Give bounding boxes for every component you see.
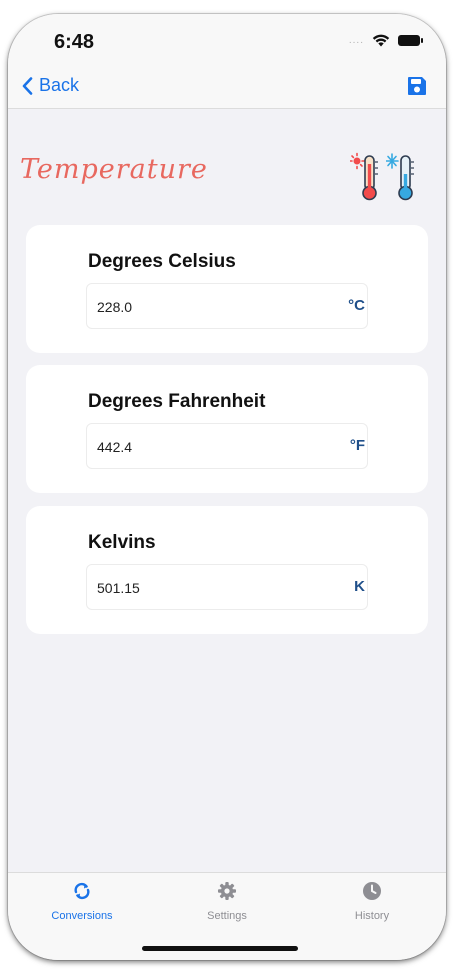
- floppy-disk-icon: [408, 77, 426, 95]
- celsius-card: Degrees Celsius °C: [26, 225, 428, 353]
- thermometers-illustration: [350, 152, 416, 202]
- tab-conversions[interactable]: Conversions: [22, 881, 142, 922]
- fahrenheit-field: °F: [86, 423, 368, 470]
- kelvin-card: Kelvins K: [26, 506, 428, 634]
- kelvin-label: Kelvins: [88, 532, 156, 553]
- hot-thermometer-icon: [350, 152, 378, 201]
- tab-conversions-label: Conversions: [51, 910, 113, 922]
- kelvin-input[interactable]: [95, 565, 319, 611]
- kelvin-field: K: [86, 564, 368, 611]
- back-label: Back: [39, 75, 80, 95]
- fahrenheit-unit: °F: [349, 437, 365, 454]
- clock-icon: [363, 882, 381, 900]
- tab-settings-label: Settings: [207, 910, 247, 922]
- phone-screen: 6:48 .... Back Temperature Degrees Celsi…: [8, 14, 446, 960]
- fahrenheit-card: Degrees Fahrenheit °F: [26, 365, 428, 493]
- celsius-unit: °C: [348, 297, 365, 314]
- back-button[interactable]: Back: [22, 75, 79, 96]
- tab-settings[interactable]: Settings: [167, 881, 287, 922]
- refresh-icon: [74, 882, 90, 900]
- battery-icon: [398, 35, 423, 46]
- status-bar: 6:48 ....: [8, 14, 446, 70]
- status-time: 6:48: [54, 31, 95, 53]
- fahrenheit-label: Degrees Fahrenheit: [88, 391, 266, 412]
- kelvin-unit: K: [354, 578, 365, 595]
- signal-icon: ....: [348, 35, 364, 46]
- save-button[interactable]: [406, 75, 428, 102]
- page-title: Temperature: [20, 154, 208, 185]
- fahrenheit-input[interactable]: [95, 424, 319, 470]
- celsius-field: °C: [86, 283, 368, 330]
- status-icons: ....: [348, 34, 423, 47]
- cold-thermometer-icon: [386, 153, 414, 201]
- celsius-label: Degrees Celsius: [88, 251, 236, 272]
- tab-history-label: History: [354, 910, 390, 922]
- celsius-input[interactable]: [95, 284, 319, 330]
- home-indicator[interactable]: [142, 946, 298, 951]
- navigation-bar: Back: [8, 70, 446, 109]
- wifi-icon: [372, 34, 390, 47]
- gear-icon: [218, 882, 236, 900]
- tab-history[interactable]: History: [312, 881, 432, 922]
- chevron-left-icon: [22, 76, 33, 95]
